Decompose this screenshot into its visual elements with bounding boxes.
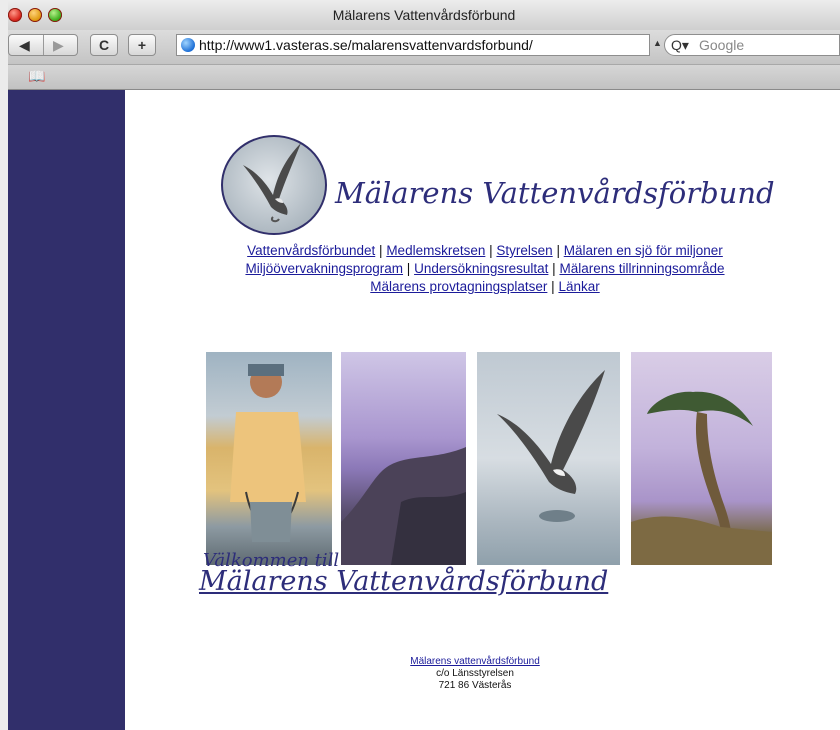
osprey-logo xyxy=(221,135,327,235)
title-bar: Mälarens Vattenvårdsförbund xyxy=(8,0,840,30)
book-icon[interactable]: 📖 xyxy=(28,68,45,85)
address-bar[interactable]: http://www1.vasteras.se/malarensvattenva… xyxy=(176,34,650,56)
browser-toolbar: ◀ ▶ C + http://www1.vasteras.se/malarens… xyxy=(8,30,840,64)
nav-link-malaren-sjo[interactable]: Mälaren en sjö för miljoner xyxy=(564,243,723,258)
nav-link-undersokningsresultat[interactable]: Undersökningsresultat xyxy=(414,261,548,276)
logo-text: Mälarens Vattenvårdsförbund xyxy=(335,176,775,210)
nav-separator: | xyxy=(551,279,555,294)
url-dropdown-icon[interactable]: ▲ xyxy=(653,38,662,48)
nav-separator: | xyxy=(406,261,411,276)
left-sidebar xyxy=(8,90,125,730)
nav-separator: | xyxy=(489,243,493,258)
footer: Mälarens vattenvårdsförbund c/o Länsstyr… xyxy=(325,656,625,692)
nav-link-styrelsen[interactable]: Styrelsen xyxy=(496,243,552,258)
nav-separator: | xyxy=(556,243,560,258)
nav-row-1: Vattenvårdsförbundet | Medlemskretsen | … xyxy=(205,242,765,260)
search-icon: Q▾ xyxy=(671,37,689,53)
plus-icon: + xyxy=(137,37,147,53)
nav-row-2: Miljöövervakningsprogram | Undersöknings… xyxy=(205,260,765,278)
nav-link-vattenvardsforbundet[interactable]: Vattenvårdsförbundet xyxy=(247,243,375,258)
footer-link[interactable]: Mälarens vattenvårdsförbund xyxy=(410,656,540,667)
nav-link-tillrinningsomrade[interactable]: Mälarens tillrinningsområde xyxy=(559,261,724,276)
photo-rocky-shore xyxy=(341,352,466,565)
nav-link-lankar[interactable]: Länkar xyxy=(558,279,599,294)
nav-row-3: Mälarens provtagningsplatser | Länkar xyxy=(205,278,765,296)
footer-line-3: 721 86 Västerås xyxy=(438,680,512,691)
reload-button[interactable]: C xyxy=(90,34,118,56)
nav-separator: | xyxy=(552,261,556,276)
globe-icon xyxy=(181,38,195,52)
back-forward-buttons[interactable]: ◀ ▶ xyxy=(8,34,78,56)
bookmarks-bar: 📖 xyxy=(8,64,840,90)
search-field[interactable]: Q▾ Google xyxy=(664,34,840,56)
footer-line-2: c/o Länsstyrelsen xyxy=(436,668,514,679)
back-arrow-icon[interactable]: ◀ xyxy=(19,35,30,55)
main-navigation: Vattenvårdsförbundet | Medlemskretsen | … xyxy=(205,242,765,296)
nav-separator: | xyxy=(379,243,383,258)
add-bookmark-button[interactable]: + xyxy=(128,34,156,56)
browser-window: Mälarens Vattenvårdsförbund ◀ ▶ C + http… xyxy=(8,0,840,730)
page-content: Mälarens Vattenvårdsförbund Vattenvårdsf… xyxy=(125,90,840,730)
photo-fisherman xyxy=(206,352,332,565)
search-placeholder: Google xyxy=(699,37,745,53)
osprey-icon xyxy=(243,143,301,223)
window-title: Mälarens Vattenvårdsförbund xyxy=(332,7,516,23)
forward-arrow-icon[interactable]: ▶ xyxy=(53,35,64,55)
reload-icon: C xyxy=(98,37,110,53)
photo-osprey xyxy=(477,352,620,565)
photo-pine-tree xyxy=(631,352,772,565)
nav-link-medlemskretsen[interactable]: Medlemskretsen xyxy=(386,243,485,258)
welcome-line-2[interactable]: Mälarens Vattenvårdsförbund xyxy=(199,566,608,597)
nav-link-provtagningsplatser[interactable]: Mälarens provtagningsplatser xyxy=(370,279,547,294)
nav-link-miljoovervakning[interactable]: Miljöövervakningsprogram xyxy=(245,261,403,276)
url-text: http://www1.vasteras.se/malarensvattenva… xyxy=(199,37,533,53)
